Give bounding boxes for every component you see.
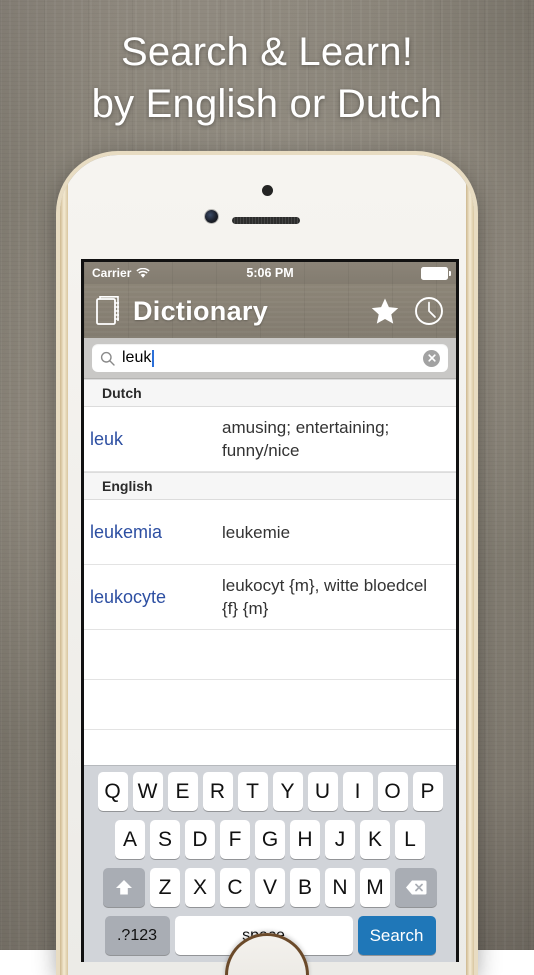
device-screen: Carrier 5:06 PM Dictionary leuk Dutch le…	[81, 259, 459, 962]
section-header-english: English	[84, 472, 456, 500]
table-row[interactable]: leuk amusing; entertaining; funny/nice	[84, 407, 456, 472]
key-y[interactable]: Y	[272, 772, 303, 811]
key-i[interactable]: I	[342, 772, 373, 811]
entry-term: leuk	[90, 429, 124, 449]
key-a[interactable]: A	[115, 820, 145, 859]
search-field[interactable]: leuk	[92, 344, 448, 372]
table-row-empty	[84, 680, 456, 730]
results-list: Dutch leuk amusing; entertaining; funny/…	[84, 379, 456, 730]
clock-icon[interactable]	[414, 296, 444, 326]
entry-definition: amusing; entertaining; funny/nice	[222, 418, 390, 460]
search-input[interactable]: leuk	[122, 349, 416, 367]
carrier-label: Carrier	[92, 266, 132, 280]
key-m[interactable]: M	[360, 868, 390, 907]
star-icon[interactable]	[370, 297, 400, 326]
key-v[interactable]: V	[255, 868, 285, 907]
key-c[interactable]: C	[220, 868, 250, 907]
key-f[interactable]: F	[220, 820, 250, 859]
text-caret	[152, 349, 155, 367]
key-z[interactable]: Z	[150, 868, 180, 907]
key-b[interactable]: B	[290, 868, 320, 907]
promo-headline: Search & Learn! by English or Dutch	[0, 26, 534, 130]
key-k[interactable]: K	[360, 820, 390, 859]
table-row-empty	[84, 630, 456, 680]
status-bar: Carrier 5:06 PM	[84, 262, 456, 284]
headline-line-1: Search & Learn!	[120, 30, 414, 74]
shift-up-icon[interactable]	[103, 868, 145, 907]
status-bar-left: Carrier	[92, 266, 150, 280]
entry-definition: leukocyt {m}, witte bloedcel {f} {m}	[222, 576, 428, 618]
key-e[interactable]: E	[167, 772, 198, 811]
key-s[interactable]: S	[150, 820, 180, 859]
key-j[interactable]: J	[325, 820, 355, 859]
key-n[interactable]: N	[325, 868, 355, 907]
keyboard-row-3: ZXCVBNM	[86, 868, 454, 907]
navbar-actions	[370, 296, 444, 326]
key-t[interactable]: T	[237, 772, 268, 811]
entry-definition: leukemie	[222, 522, 291, 542]
search-icon	[100, 351, 115, 366]
entry-term: leukemia	[90, 522, 163, 542]
key-q[interactable]: Q	[97, 772, 128, 811]
navigation-bar: Dictionary	[84, 284, 456, 338]
search-bar: leuk	[84, 338, 456, 379]
page-title: Dictionary	[133, 295, 269, 326]
key-g[interactable]: G	[255, 820, 285, 859]
device-edge-left	[60, 155, 68, 975]
wifi-icon	[136, 267, 150, 279]
battery-full-icon	[421, 266, 451, 280]
key-r[interactable]: R	[202, 772, 233, 811]
table-row[interactable]: leukemia leukemie	[84, 500, 456, 565]
section-header-dutch: Dutch	[84, 379, 456, 407]
backspace-icon[interactable]	[395, 868, 437, 907]
iphone-device-frame: Carrier 5:06 PM Dictionary leuk Dutch le…	[60, 155, 474, 975]
key-w[interactable]: W	[132, 772, 163, 811]
key-l[interactable]: L	[395, 820, 425, 859]
status-bar-right	[421, 266, 451, 280]
front-camera	[205, 210, 218, 223]
headline-line-2: by English or Dutch	[91, 82, 443, 126]
keyboard-row-2: ASDFGHJKL	[86, 820, 454, 859]
key-h[interactable]: H	[290, 820, 320, 859]
keyboard-row-3-letters: ZXCVBNM	[150, 868, 390, 907]
book-icon	[96, 295, 123, 327]
key-x[interactable]: X	[185, 868, 215, 907]
key-u[interactable]: U	[307, 772, 338, 811]
clear-circle-icon[interactable]	[423, 349, 440, 367]
search-input-value: leuk	[122, 349, 152, 366]
earpiece-speaker	[232, 217, 300, 224]
proximity-sensor	[262, 185, 273, 196]
key-p[interactable]: P	[412, 772, 443, 811]
keyboard-row-1: QWERTYUIOP	[86, 772, 454, 811]
device-edge-right	[466, 155, 474, 975]
numbers-key[interactable]: .?123	[104, 916, 170, 955]
search-key[interactable]: Search	[357, 916, 436, 955]
entry-term: leukocyte	[90, 587, 167, 607]
table-row[interactable]: leukocyte leukocyt {m}, witte bloedcel {…	[84, 565, 456, 630]
key-o[interactable]: O	[377, 772, 408, 811]
key-d[interactable]: D	[185, 820, 215, 859]
